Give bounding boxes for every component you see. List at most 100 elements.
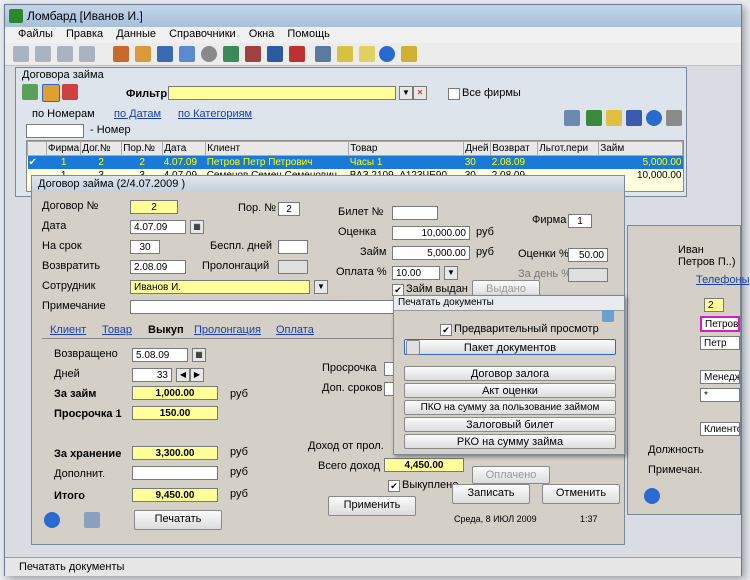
payment-pct-dropdown-icon[interactable]: ▼	[444, 266, 458, 280]
last-record-icon[interactable]	[79, 46, 95, 62]
per-day-pct-field[interactable]	[568, 268, 608, 282]
payment-pct-field[interactable]: 10.00	[392, 266, 440, 280]
return-field[interactable]: 2.08.09	[130, 260, 186, 274]
tab-prolongation[interactable]: Пролонгация	[194, 324, 261, 336]
col-item[interactable]: Товар	[348, 141, 465, 156]
help-list-icon[interactable]	[646, 110, 662, 126]
add-icon[interactable]	[22, 84, 38, 100]
all-firms-checkbox[interactable]	[448, 88, 460, 100]
interest-pct-field[interactable]: 50.00	[568, 248, 608, 262]
tab-phones[interactable]: Телефоны	[696, 274, 750, 286]
preview-checkbox[interactable]: ✔	[440, 324, 452, 336]
extra-field[interactable]	[132, 466, 218, 480]
gear-icon[interactable]	[201, 46, 217, 62]
number-search-input[interactable]	[26, 124, 84, 138]
filter-dropdown-icon[interactable]: ▼	[399, 86, 413, 100]
cash-icon[interactable]	[289, 46, 305, 62]
total-income-field[interactable]: 4,450.00	[384, 458, 464, 472]
package-button[interactable]: Пакет документов	[404, 339, 616, 355]
report-icon[interactable]	[223, 46, 239, 62]
delete-icon[interactable]	[62, 84, 78, 100]
dialog-clock-icon[interactable]	[84, 512, 100, 528]
users-icon[interactable]	[179, 46, 195, 62]
col-contract-no[interactable]: Дог.№	[80, 141, 123, 156]
next-record-icon[interactable]	[57, 46, 73, 62]
edit-icon[interactable]	[42, 84, 60, 102]
date-field[interactable]: 4.07.09	[130, 220, 186, 234]
list-icon[interactable]	[337, 46, 353, 62]
filter-clear-icon[interactable]: ✕	[413, 86, 427, 100]
menu-directories[interactable]: Справочники	[164, 27, 241, 41]
tab-by-dates[interactable]: по Датам	[114, 108, 161, 120]
save-button[interactable]: Записать	[452, 484, 530, 504]
print-list-icon[interactable]	[564, 110, 580, 126]
menu-files[interactable]: Файлы	[13, 27, 58, 41]
loan-field[interactable]: 5,000.00	[392, 246, 470, 260]
prev-record-icon[interactable]	[35, 46, 51, 62]
prolongations-field[interactable]	[278, 260, 308, 274]
monitor-icon[interactable]	[315, 46, 331, 62]
table-row[interactable]: ✔ 1 2 2 4.07.09 Петров Петр Петрович Час…	[27, 155, 683, 169]
note-field[interactable]	[130, 300, 400, 314]
tab-payment[interactable]: Оплата	[276, 324, 314, 336]
tab-redeem[interactable]: Выкуп	[148, 324, 184, 336]
excel-icon[interactable]	[586, 110, 602, 126]
redeemed-checkbox[interactable]: ✔	[388, 480, 400, 492]
doc-pledge-ticket-button[interactable]: Залоговый билет	[404, 417, 616, 432]
term-field[interactable]: 30	[130, 240, 160, 254]
note-icon[interactable]	[359, 46, 375, 62]
col-client[interactable]: Клиент	[205, 141, 350, 156]
days-increase-icon[interactable]: ▶	[190, 368, 204, 382]
days-decrease-icon[interactable]: ◀	[176, 368, 190, 382]
menu-windows[interactable]: Окна	[244, 27, 280, 41]
days-field[interactable]: 33	[132, 368, 172, 382]
employee-dropdown-icon[interactable]: ▼	[314, 280, 328, 294]
col-firm[interactable]: Фирма	[45, 141, 82, 156]
tab-by-categories[interactable]: по Категориям	[178, 108, 252, 120]
estimate-field[interactable]: 10,000.00	[392, 226, 470, 240]
doc-appraisal-act-button[interactable]: Акт оценки	[404, 383, 616, 398]
doc-rko-loan-button[interactable]: РКО на сумму займа	[404, 434, 616, 449]
ord-no-field[interactable]: 2	[278, 202, 300, 216]
first-record-icon[interactable]	[13, 46, 29, 62]
popup-close-icon[interactable]	[602, 310, 614, 322]
client-firstname-field[interactable]: Петр	[700, 336, 740, 350]
filter-input[interactable]	[168, 86, 396, 100]
doc-pko-usage-button[interactable]: ПКО на сумму за пользование займом	[404, 400, 616, 415]
word-icon[interactable]	[626, 110, 642, 126]
client-role-field[interactable]: Менеджер	[700, 370, 740, 384]
grid-icon[interactable]	[267, 46, 283, 62]
client-type-field[interactable]: Клиентск	[700, 422, 740, 436]
menu-edit[interactable]: Правка	[61, 27, 108, 41]
people-icon[interactable]	[157, 46, 173, 62]
help-icon[interactable]	[379, 46, 395, 62]
key-icon[interactable]	[401, 46, 417, 62]
col-ord-no[interactable]: Пор.№	[121, 141, 164, 156]
for-loan-field[interactable]: 1,000.00	[132, 386, 218, 400]
free-days-field[interactable]	[278, 240, 308, 254]
paid-button[interactable]: Оплачено	[472, 466, 550, 484]
cancel-button[interactable]: Отменить	[542, 484, 620, 504]
dialog-help-icon[interactable]	[44, 512, 60, 528]
col-date[interactable]: Дата	[162, 141, 207, 156]
apply-button[interactable]: Применить	[328, 496, 416, 516]
exit-list-icon[interactable]	[666, 110, 682, 126]
total-field[interactable]: 9,450.00	[132, 488, 218, 502]
col-return[interactable]: Возврат	[490, 141, 539, 156]
book-icon[interactable]	[245, 46, 261, 62]
client-lastname-field[interactable]: Петров	[700, 316, 740, 332]
client-help-icon[interactable]	[644, 488, 660, 504]
bag-icon[interactable]	[113, 46, 129, 62]
print-button[interactable]: Печатать	[134, 510, 222, 530]
overdue1-field[interactable]: 150.00	[132, 406, 218, 420]
box-icon[interactable]	[135, 46, 151, 62]
returned-field[interactable]: 5.08.09	[132, 348, 188, 362]
col-days[interactable]: Дней	[463, 141, 492, 156]
returned-calendar-icon[interactable]: ▦	[192, 348, 206, 362]
client-number-field[interactable]: 2	[704, 298, 724, 312]
tab-item[interactable]: Товар	[102, 324, 132, 336]
storage-field[interactable]: 3,300.00	[132, 446, 218, 460]
firm-field[interactable]: 1	[568, 214, 592, 228]
contract-no-field[interactable]: 2	[130, 200, 178, 214]
menu-data[interactable]: Данные	[111, 27, 161, 41]
